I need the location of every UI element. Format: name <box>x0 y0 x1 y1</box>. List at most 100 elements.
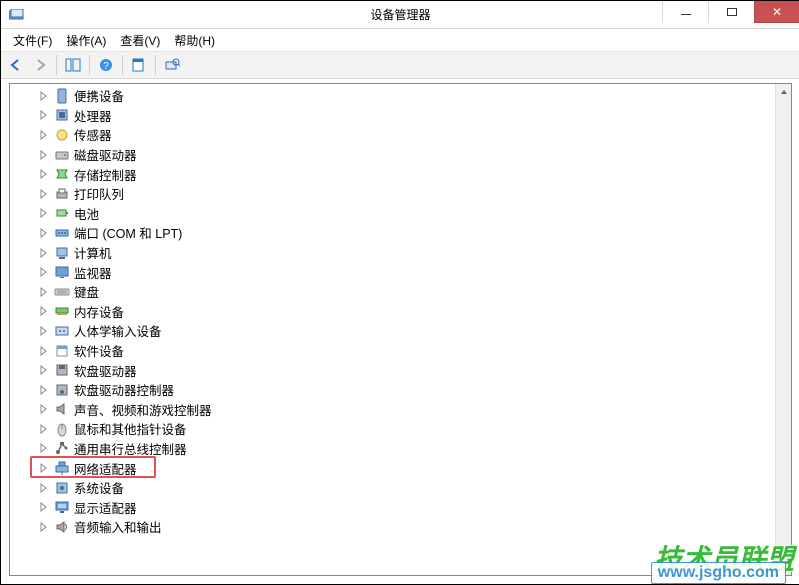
cpu-icon <box>54 107 70 123</box>
floppyctrl-icon <box>54 382 70 398</box>
tree-item-usb[interactable]: 通用串行总线控制器 <box>14 439 775 459</box>
properties-button[interactable] <box>128 54 150 76</box>
titlebar[interactable]: 设备管理器 ✕ <box>1 1 799 29</box>
tree-item-label: 计算机 <box>74 243 112 262</box>
display-icon <box>54 499 70 515</box>
tree-item-monitor[interactable]: 监视器 <box>14 262 775 282</box>
memory-icon <box>54 303 70 319</box>
tree-item-label: 打印队列 <box>74 184 124 203</box>
tree-scroll-area[interactable]: 便携设备处理器传感器磁盘驱动器存储控制器打印队列电池端口 (COM 和 LPT)… <box>10 84 775 575</box>
tree-item-label: 软盘驱动器 <box>74 361 137 380</box>
menu-action[interactable]: 操作(A) <box>60 30 112 51</box>
expander-icon[interactable] <box>36 382 52 398</box>
show-hide-tree-button[interactable] <box>62 54 84 76</box>
menu-view[interactable]: 查看(V) <box>114 30 166 51</box>
mouse-icon <box>54 421 70 437</box>
tree-item-battery[interactable]: 电池 <box>14 204 775 224</box>
menu-help[interactable]: 帮助(H) <box>168 30 221 51</box>
tree-item-label: 电池 <box>74 204 99 223</box>
expander-icon[interactable] <box>36 284 52 300</box>
tree-item-mouse[interactable]: 鼠标和其他指针设备 <box>14 419 775 439</box>
tree-item-floppyctrl[interactable]: 软盘驱动器控制器 <box>14 380 775 400</box>
expander-icon[interactable] <box>36 245 52 261</box>
tree-item-memory[interactable]: 内存设备 <box>14 302 775 322</box>
tree-item-system[interactable]: 系统设备 <box>14 478 775 498</box>
tree-item-label: 网络适配器 <box>74 459 137 478</box>
tree-panel: 便携设备处理器传感器磁盘驱动器存储控制器打印队列电池端口 (COM 和 LPT)… <box>9 83 792 576</box>
toolbar-separator <box>122 55 123 75</box>
tree-item-label: 声音、视频和游戏控制器 <box>74 400 212 419</box>
tree-item-cpu[interactable]: 处理器 <box>14 106 775 126</box>
tree-item-hid[interactable]: 人体学输入设备 <box>14 321 775 341</box>
maximize-button[interactable] <box>708 1 754 23</box>
expander-icon[interactable] <box>36 107 52 123</box>
expander-icon[interactable] <box>36 460 52 476</box>
app-icon <box>9 9 25 21</box>
tree-item-sensor[interactable]: 传感器 <box>14 125 775 145</box>
vertical-scrollbar[interactable] <box>775 84 791 575</box>
expander-icon[interactable] <box>36 205 52 221</box>
menubar: 文件(F) 操作(A) 查看(V) 帮助(H) <box>1 29 799 51</box>
expander-icon[interactable] <box>36 343 52 359</box>
tree-item-floppy[interactable]: 软盘驱动器 <box>14 360 775 380</box>
expander-icon[interactable] <box>36 186 52 202</box>
tree-item-sound[interactable]: 声音、视频和游戏控制器 <box>14 400 775 420</box>
tree-item-label: 鼠标和其他指针设备 <box>74 419 187 438</box>
disk-icon <box>54 147 70 163</box>
tree-item-label: 监视器 <box>74 263 112 282</box>
tree-item-network[interactable]: 网络适配器 <box>14 458 775 478</box>
tree-item-software[interactable]: 软件设备 <box>14 341 775 361</box>
tree-item-computer[interactable]: 计算机 <box>14 243 775 263</box>
toolbar-separator <box>56 55 57 75</box>
scroll-up-button[interactable] <box>776 84 791 100</box>
forward-button[interactable] <box>29 54 51 76</box>
minimize-button[interactable] <box>662 1 708 23</box>
tree-item-label: 软件设备 <box>74 341 124 360</box>
toolbar-separator <box>89 55 90 75</box>
expander-icon[interactable] <box>36 166 52 182</box>
printer-icon <box>54 186 70 202</box>
system-icon <box>54 480 70 496</box>
menu-file[interactable]: 文件(F) <box>7 30 58 51</box>
expander-icon[interactable] <box>36 264 52 280</box>
expander-icon[interactable] <box>36 362 52 378</box>
tree-item-keyboard[interactable]: 键盘 <box>14 282 775 302</box>
sensor-icon <box>54 127 70 143</box>
expander-icon[interactable] <box>36 147 52 163</box>
floppy-icon <box>54 362 70 378</box>
keyboard-icon <box>54 284 70 300</box>
tree-item-label: 音频输入和输出 <box>74 517 162 536</box>
tree-item-label: 显示适配器 <box>74 498 137 517</box>
portable-icon <box>54 88 70 104</box>
close-button[interactable]: ✕ <box>754 1 799 23</box>
back-button[interactable] <box>5 54 27 76</box>
expander-icon[interactable] <box>36 127 52 143</box>
expander-icon[interactable] <box>36 225 52 241</box>
expander-icon[interactable] <box>36 88 52 104</box>
help-button[interactable]: ? <box>95 54 117 76</box>
audio-icon <box>54 519 70 535</box>
scan-hardware-button[interactable] <box>161 54 183 76</box>
storage-icon <box>54 166 70 182</box>
battery-icon <box>54 205 70 221</box>
svg-text:?: ? <box>103 61 109 72</box>
tree-item-portable[interactable]: 便携设备 <box>14 86 775 106</box>
tree-item-label: 软盘驱动器控制器 <box>74 380 174 399</box>
tree-item-disk[interactable]: 磁盘驱动器 <box>14 145 775 165</box>
tree-item-label: 人体学输入设备 <box>74 321 162 340</box>
tree-item-audio[interactable]: 音频输入和输出 <box>14 517 775 537</box>
expander-icon[interactable] <box>36 303 52 319</box>
expander-icon[interactable] <box>36 323 52 339</box>
expander-icon[interactable] <box>36 519 52 535</box>
tree-item-port[interactable]: 端口 (COM 和 LPT) <box>14 223 775 243</box>
expander-icon[interactable] <box>36 499 52 515</box>
tree-item-display[interactable]: 显示适配器 <box>14 497 775 517</box>
tree-item-storage[interactable]: 存储控制器 <box>14 164 775 184</box>
expander-icon[interactable] <box>36 480 52 496</box>
expander-icon[interactable] <box>36 421 52 437</box>
expander-icon[interactable] <box>36 440 52 456</box>
tree-item-printer[interactable]: 打印队列 <box>14 184 775 204</box>
expander-icon[interactable] <box>36 401 52 417</box>
scroll-down-button[interactable] <box>776 559 791 575</box>
software-icon <box>54 343 70 359</box>
